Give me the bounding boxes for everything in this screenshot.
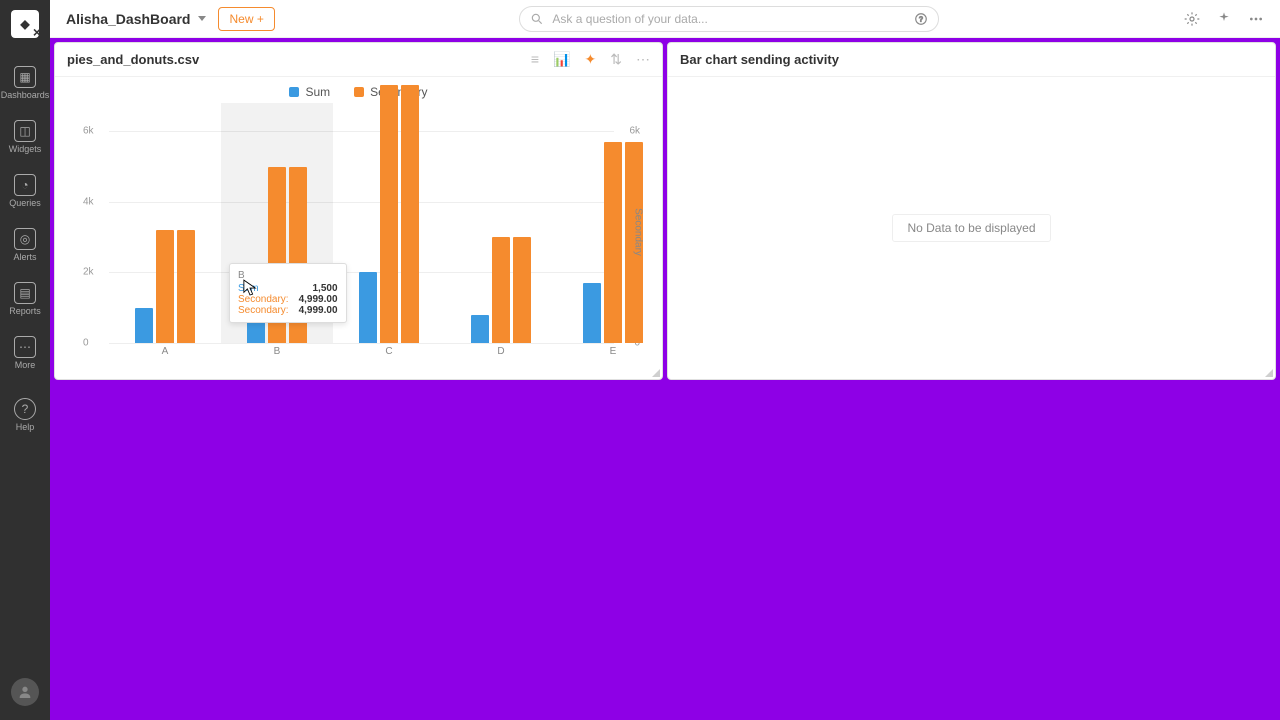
x-axis-label: D bbox=[445, 346, 557, 357]
bar[interactable] bbox=[177, 230, 195, 343]
tooltip-row-value: 4,999.00 bbox=[299, 305, 338, 316]
sidebar-item-label: Widgets bbox=[9, 144, 42, 154]
sidebar-item-queries[interactable]: ◔ Queries bbox=[9, 174, 41, 208]
category-group[interactable]: A bbox=[109, 230, 221, 343]
tooltip-row-value: 4,999.00 bbox=[299, 294, 338, 305]
panel-title: pies_and_donuts.csv bbox=[67, 52, 199, 67]
bar[interactable] bbox=[604, 142, 622, 343]
chart-plot-area[interactable]: 002k2k4k4k6k6kABCDE Secondary B Sum1,500… bbox=[95, 103, 628, 361]
settings-icon[interactable] bbox=[1184, 11, 1200, 27]
bar[interactable] bbox=[380, 85, 398, 343]
new-button[interactable]: New + bbox=[218, 7, 274, 31]
x-axis-label: E bbox=[557, 346, 669, 357]
y2-axis-label: Secondary bbox=[633, 208, 644, 256]
svg-text:?: ? bbox=[919, 16, 923, 23]
ytick-left: 6k bbox=[83, 126, 94, 137]
empty-chart-panel: Bar chart sending activity No Data to be… bbox=[667, 42, 1276, 380]
bar[interactable] bbox=[401, 85, 419, 343]
x-axis-label: A bbox=[109, 346, 221, 357]
legend-label: Sum bbox=[305, 85, 330, 99]
dashboard-title: Alisha_DashBoard bbox=[66, 11, 190, 27]
bar[interactable] bbox=[156, 230, 174, 343]
dashboard-icon: ▦ bbox=[14, 66, 36, 88]
category-group[interactable]: E bbox=[557, 142, 669, 343]
widgets-icon: ◫ bbox=[14, 120, 36, 142]
more-icon[interactable] bbox=[1248, 11, 1264, 27]
dashboard-canvas: pies_and_donuts.csv ≡ 📊 ✦ ⇅ ⋯ Sum Second… bbox=[50, 38, 1280, 720]
sidebar-item-label: Alerts bbox=[13, 252, 36, 262]
sidebar-item-widgets[interactable]: ◫ Widgets bbox=[9, 120, 42, 154]
panel-more-icon[interactable]: ⋯ bbox=[636, 51, 650, 68]
sparkle-icon[interactable] bbox=[1216, 11, 1232, 27]
app-logo: ◆ bbox=[11, 10, 39, 38]
bar[interactable] bbox=[471, 315, 489, 343]
sidebar-item-reports[interactable]: ▤ Reports bbox=[9, 282, 41, 316]
no-data-message: No Data to be displayed bbox=[892, 214, 1050, 242]
ytick-left: 4k bbox=[83, 196, 94, 207]
cursor-icon bbox=[243, 279, 257, 297]
chart-panel: pies_and_donuts.csv ≡ 📊 ✦ ⇅ ⋯ Sum Second… bbox=[54, 42, 663, 380]
tooltip-row-value: 1,500 bbox=[313, 283, 338, 294]
user-avatar[interactable] bbox=[11, 678, 39, 706]
sidebar-item-label: Dashboards bbox=[1, 90, 50, 100]
chevron-down-icon bbox=[198, 16, 206, 21]
bar[interactable] bbox=[135, 308, 153, 343]
bar[interactable] bbox=[492, 237, 510, 343]
sidebar-item-label: More bbox=[15, 360, 36, 370]
sort-icon[interactable]: ⇅ bbox=[610, 51, 622, 68]
bar[interactable] bbox=[359, 272, 377, 343]
legend-item-sum[interactable]: Sum bbox=[289, 85, 330, 99]
help-icon: ? bbox=[14, 398, 36, 420]
alerts-icon: ◎ bbox=[14, 228, 36, 250]
help-circle-icon[interactable]: ? bbox=[914, 12, 928, 26]
resize-handle[interactable] bbox=[1265, 369, 1273, 377]
sidebar-item-dashboards[interactable]: ▦ Dashboards bbox=[1, 66, 50, 100]
search-icon bbox=[530, 12, 544, 26]
bar[interactable] bbox=[513, 237, 531, 343]
tooltip-row-label: Secondary: bbox=[238, 305, 289, 316]
sidebar-item-label: Queries bbox=[9, 198, 41, 208]
category-group[interactable]: D bbox=[445, 237, 557, 343]
sidebar: ◆ ▦ Dashboards ◫ Widgets ◔ Queries ◎ Ale… bbox=[0, 0, 50, 720]
swatch-icon bbox=[289, 87, 299, 97]
panel-menu-icon[interactable]: ≡ bbox=[531, 51, 539, 68]
search-input[interactable]: Ask a question of your data... ? bbox=[519, 6, 939, 32]
sidebar-item-more[interactable]: ⋯ More bbox=[14, 336, 36, 370]
ytick-left: 0 bbox=[83, 338, 89, 349]
x-axis-label: C bbox=[333, 346, 445, 357]
sidebar-item-help[interactable]: ? Help bbox=[14, 398, 36, 432]
queries-icon: ◔ bbox=[14, 174, 36, 196]
sidebar-item-alerts[interactable]: ◎ Alerts bbox=[13, 228, 36, 262]
more-icon: ⋯ bbox=[14, 336, 36, 358]
reports-icon: ▤ bbox=[14, 282, 36, 304]
bar[interactable] bbox=[583, 283, 601, 343]
resize-handle[interactable] bbox=[652, 369, 660, 377]
ytick-left: 2k bbox=[83, 267, 94, 278]
sidebar-item-label: Help bbox=[16, 422, 35, 432]
category-group[interactable]: C bbox=[333, 85, 445, 343]
filter-icon[interactable]: ✦ bbox=[585, 51, 597, 68]
search-placeholder: Ask a question of your data... bbox=[552, 12, 707, 26]
topbar: Alisha_DashBoard New + Ask a question of… bbox=[50, 0, 1280, 38]
panel-title: Bar chart sending activity bbox=[680, 52, 839, 67]
ytick-right: 6k bbox=[629, 126, 640, 137]
chart-type-icon[interactable]: 📊 bbox=[553, 51, 570, 68]
sidebar-item-label: Reports bbox=[9, 306, 41, 316]
x-axis-label: B bbox=[221, 346, 333, 357]
dashboard-title-dropdown[interactable]: Alisha_DashBoard bbox=[66, 11, 206, 27]
